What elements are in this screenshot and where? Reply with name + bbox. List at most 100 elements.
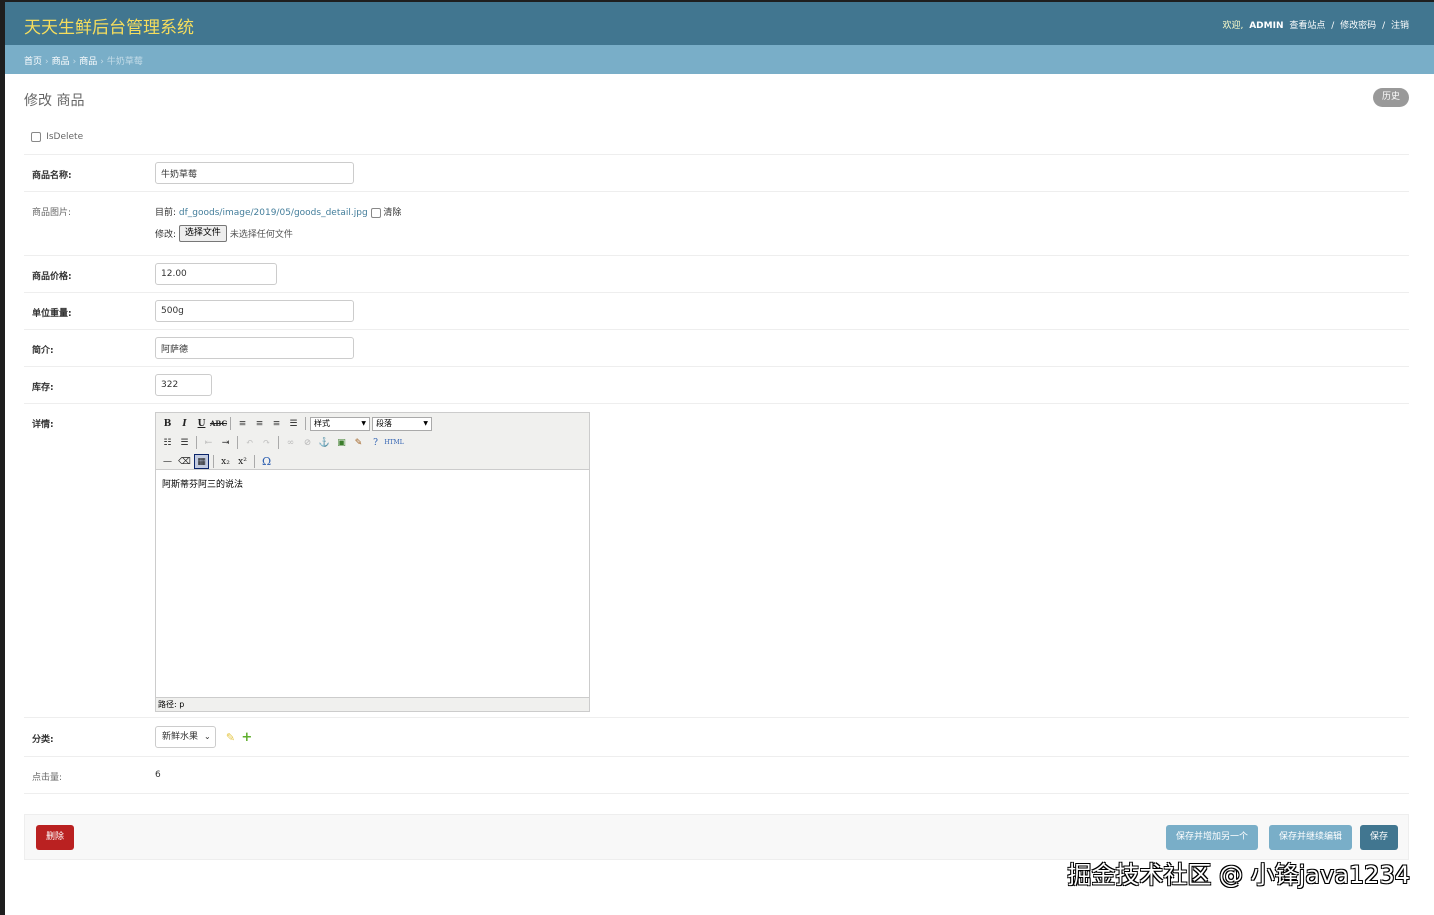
- link-icon[interactable]: ∞: [283, 435, 298, 450]
- isdelete-label: IsDelete: [46, 132, 84, 142]
- category-select-value: 新鲜水果: [162, 732, 199, 742]
- save-add-another-button[interactable]: 保存并增加另一个: [1165, 825, 1258, 850]
- change-password-link[interactable]: 修改密码: [1340, 21, 1376, 31]
- form-row-intro: 简介:: [24, 330, 1409, 367]
- watermark: 掘金技术社区 @ 小锋java1234: [1067, 861, 1410, 889]
- special-char-icon[interactable]: Ω: [259, 454, 274, 469]
- submit-row: 删除 保存并增加另一个 保存并继续编辑 保存: [24, 814, 1409, 860]
- subscript-icon[interactable]: x₂: [218, 454, 233, 469]
- chevron-down-icon: ▼: [423, 420, 428, 427]
- form-row-category: 分类: 新鲜水果 ⌄ ✎ +: [24, 718, 1409, 757]
- anchor-icon[interactable]: ⚓: [317, 435, 332, 450]
- admin-window: 天天生鲜后台管理系统 欢迎, ADMIN 查看站点 / 修改密码 / 注销 首页…: [5, 2, 1434, 915]
- pencil-icon[interactable]: ✎: [226, 731, 235, 744]
- stock-label: 库存:: [32, 383, 54, 393]
- breadcrumb-home[interactable]: 首页: [24, 57, 42, 67]
- align-center-icon[interactable]: ≡: [252, 416, 267, 431]
- category-field: 新鲜水果 ⌄ ✎ +: [155, 726, 252, 748]
- style-select[interactable]: 样式 ▼: [310, 416, 370, 431]
- image-current-link[interactable]: df_goods/image/2019/05/goods_detail.jpg: [179, 208, 368, 218]
- underline-icon[interactable]: U: [194, 416, 209, 431]
- editor-status-path: 路径: p: [156, 697, 589, 711]
- image-current: 目前: df_goods/image/2019/05/goods_detail.…: [155, 205, 401, 218]
- align-left-icon[interactable]: ≡: [235, 416, 250, 431]
- delete-button[interactable]: 删除: [36, 825, 75, 850]
- unit-input[interactable]: [155, 300, 354, 322]
- image-change-prefix: 修改:: [155, 230, 177, 240]
- unlink-icon[interactable]: ⊘: [300, 435, 315, 450]
- chevron-down-icon: ⌄: [204, 732, 211, 741]
- intro-label: 简介:: [32, 346, 54, 356]
- breadcrumb: 首页 › 商品 › 商品 › 牛奶草莓: [5, 45, 1434, 74]
- align-justify-icon[interactable]: ☰: [286, 416, 301, 431]
- form-row-clicks: 点击量: 6: [24, 757, 1409, 794]
- image-change: 修改: 选择文件 未选择任何文件: [155, 225, 293, 242]
- header: 天天生鲜后台管理系统 欢迎, ADMIN 查看站点 / 修改密码 / 注销: [5, 2, 1434, 45]
- html-source-icon[interactable]: HTML: [384, 435, 403, 450]
- format-select[interactable]: 段落 ▼: [372, 416, 432, 431]
- toolbar-row-2: ☷ ☰ ⇤ ⇥ ↶ ↷ ∞ ⊘ ⚓ ▣ ✎ ? HTML: [160, 434, 404, 451]
- image-clear-label: 清除: [383, 208, 402, 218]
- undo-icon[interactable]: ↶: [242, 435, 257, 450]
- image-clear-checkbox[interactable]: [370, 207, 381, 218]
- image-current-prefix: 目前:: [155, 208, 177, 218]
- clicks-label: 点击量:: [32, 773, 63, 783]
- editor-content[interactable]: 阿斯蒂芬阿三的说法: [162, 477, 243, 490]
- strikethrough-icon[interactable]: ABC: [210, 416, 227, 431]
- separator: /: [1331, 21, 1335, 31]
- bold-icon[interactable]: B: [160, 416, 175, 431]
- breadcrumb-model[interactable]: 商品: [79, 57, 97, 67]
- horizontal-rule-icon[interactable]: —: [160, 454, 175, 469]
- breadcrumb-app[interactable]: 商品: [52, 57, 70, 67]
- image-label: 商品图片:: [32, 208, 72, 218]
- form-row-isdelete: IsDelete: [24, 120, 1409, 155]
- intro-input[interactable]: [155, 337, 354, 359]
- form-row-unit: 单位重量:: [24, 293, 1409, 330]
- name-label: 商品名称:: [32, 171, 72, 181]
- format-select-value: 段落: [376, 419, 392, 428]
- logout-link[interactable]: 注销: [1391, 21, 1409, 31]
- history-button[interactable]: 历史: [1372, 88, 1409, 107]
- price-field: [155, 263, 277, 285]
- form-row-detail: 详情: B I U ABC ≡ ≡ ≡ ☰ 样式 ▼ 段落 ▼ ☷ ☰ ⇤ ⇥ …: [24, 404, 1409, 718]
- form-row-image: 商品图片: 目前: df_goods/image/2019/05/goods_d…: [24, 192, 1409, 256]
- user-tools: 欢迎, ADMIN 查看站点 / 修改密码 / 注销: [1222, 18, 1409, 31]
- site-brand[interactable]: 天天生鲜后台管理系统: [24, 13, 194, 38]
- save-continue-button[interactable]: 保存并继续编辑: [1268, 825, 1352, 850]
- view-site-link[interactable]: 查看站点: [1289, 21, 1325, 31]
- stock-input[interactable]: [155, 374, 212, 396]
- category-select[interactable]: 新鲜水果 ⌄: [155, 726, 216, 748]
- toolbar-row-1: B I U ABC ≡ ≡ ≡ ☰ 样式 ▼ 段落 ▼: [160, 415, 432, 432]
- help-icon[interactable]: ?: [368, 435, 383, 450]
- image-icon[interactable]: ▣: [334, 435, 349, 450]
- add-icon[interactable]: +: [241, 730, 252, 745]
- save-button[interactable]: 保存: [1359, 825, 1398, 850]
- price-input[interactable]: [155, 263, 277, 285]
- align-right-icon[interactable]: ≡: [269, 416, 284, 431]
- stock-field: [155, 374, 212, 396]
- form-row-name: 商品名称:: [24, 155, 1409, 192]
- visual-aid-icon[interactable]: ▦: [194, 454, 209, 469]
- unit-label: 单位重量:: [32, 309, 72, 319]
- bullet-list-icon[interactable]: ☷: [160, 435, 175, 450]
- choose-file-button[interactable]: 选择文件: [178, 225, 227, 242]
- form-row-price: 商品价格:: [24, 256, 1409, 293]
- isdelete-field: IsDelete: [31, 132, 83, 143]
- numbered-list-icon[interactable]: ☰: [177, 435, 192, 450]
- price-label: 商品价格:: [32, 272, 72, 282]
- detail-label: 详情:: [32, 420, 54, 430]
- welcome-text: 欢迎,: [1222, 21, 1244, 31]
- redo-icon[interactable]: ↷: [259, 435, 274, 450]
- name-input[interactable]: [155, 162, 354, 184]
- isdelete-checkbox[interactable]: [31, 132, 41, 142]
- username: ADMIN: [1249, 21, 1284, 31]
- italic-icon[interactable]: I: [177, 416, 192, 431]
- page-title: 修改 商品: [24, 93, 85, 109]
- rich-text-editor: B I U ABC ≡ ≡ ≡ ☰ 样式 ▼ 段落 ▼ ☷ ☰ ⇤ ⇥ ↶ ↷ …: [155, 412, 590, 712]
- indent-icon[interactable]: ⇥: [218, 435, 233, 450]
- cleanup-icon[interactable]: ✎: [351, 435, 366, 450]
- outdent-icon[interactable]: ⇤: [201, 435, 216, 450]
- superscript-icon[interactable]: x²: [235, 454, 250, 469]
- eraser-icon[interactable]: ⌫: [177, 454, 192, 469]
- form-row-stock: 库存:: [24, 367, 1409, 404]
